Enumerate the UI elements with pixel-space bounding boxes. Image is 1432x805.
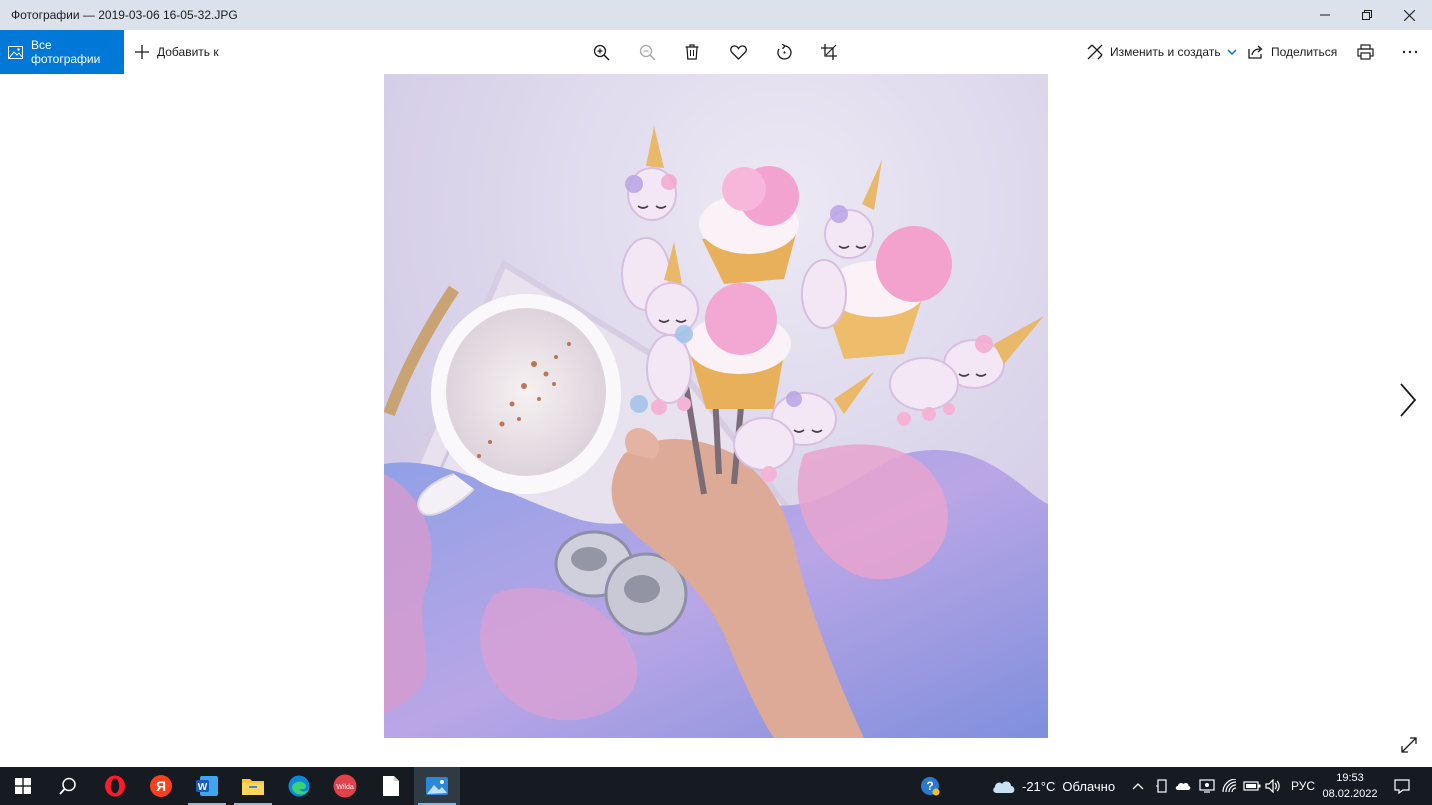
- weather-widget[interactable]: -21°C Облачно: [992, 767, 1115, 805]
- notification-icon: [1394, 778, 1410, 794]
- clock-time: 19:53: [1336, 772, 1364, 784]
- photo-illustration: [384, 74, 1048, 738]
- svg-text:Wilda: Wilda: [336, 784, 354, 791]
- word-icon: W: [196, 776, 218, 796]
- language-label: РУС: [1291, 779, 1316, 793]
- edge-icon: [288, 775, 310, 797]
- more-options-button[interactable]: [1399, 41, 1421, 63]
- all-photos-button[interactable]: Все фотографии: [0, 30, 124, 74]
- photos-icon: [426, 777, 448, 795]
- heart-icon: [729, 44, 747, 60]
- share-label: Поделиться: [1271, 45, 1338, 59]
- svg-text:Я: Я: [156, 778, 166, 794]
- crop-icon: [821, 44, 837, 60]
- battery-tray-icon[interactable]: [1243, 767, 1261, 805]
- wilda-icon: Wilda: [333, 774, 357, 798]
- zoom-out-icon: [639, 44, 656, 61]
- yandex-taskbar-app[interactable]: Я: [138, 767, 184, 805]
- all-photos-label: Все фотографии: [31, 38, 101, 66]
- more-icon: [1402, 50, 1418, 54]
- share-icon: [1248, 45, 1264, 59]
- clock[interactable]: 19:53 08.02.2022: [1318, 770, 1382, 802]
- svg-text:W: W: [198, 782, 208, 793]
- minimize-button[interactable]: [1302, 0, 1348, 30]
- start-button[interactable]: [0, 767, 46, 805]
- zoom-in-icon: [593, 44, 610, 61]
- notepad-icon: [383, 776, 399, 796]
- notepad-taskbar-app[interactable]: [368, 767, 414, 805]
- tablet-icon: [1156, 779, 1167, 793]
- display-icon: [1199, 779, 1215, 793]
- speaker-icon: [1265, 779, 1280, 793]
- wifi-icon: [1222, 779, 1237, 793]
- file-explorer-taskbar-app[interactable]: [230, 767, 276, 805]
- crop-button[interactable]: [818, 41, 840, 63]
- onedrive-tray-icon[interactable]: [1175, 767, 1191, 805]
- add-to-label: Добавить к: [157, 45, 219, 59]
- notifications-button[interactable]: [1394, 767, 1410, 805]
- fullscreen-button[interactable]: [1398, 734, 1420, 756]
- favorite-button[interactable]: [727, 41, 749, 63]
- chevron-down-icon: [1227, 49, 1237, 55]
- network-adapter-tray-icon[interactable]: [1199, 767, 1215, 805]
- share-button[interactable]: Поделиться: [1248, 30, 1337, 74]
- next-photo-button[interactable]: [1394, 380, 1422, 420]
- help-tray-button[interactable]: ?: [920, 767, 940, 805]
- chevron-right-icon: [1400, 383, 1417, 417]
- help-icon: ?: [921, 777, 940, 796]
- zoom-out-button[interactable]: [636, 41, 658, 63]
- expand-icon: [1401, 737, 1417, 753]
- wilda-taskbar-app[interactable]: Wilda: [322, 767, 368, 805]
- photos-taskbar-app[interactable]: [414, 767, 460, 805]
- chevron-up-icon: [1132, 783, 1144, 790]
- yandex-icon: Я: [150, 775, 172, 797]
- zoom-in-button[interactable]: [590, 41, 612, 63]
- photo-image[interactable]: [384, 74, 1048, 738]
- onedrive-cloud-icon: [1175, 782, 1191, 790]
- volume-tray-icon[interactable]: [1265, 767, 1282, 805]
- title-bar: Фотографии — 2019-03-06 16-05-32.JPG: [0, 0, 1432, 30]
- edge-taskbar-app[interactable]: [276, 767, 322, 805]
- rotate-icon: [776, 43, 792, 60]
- close-button[interactable]: [1386, 0, 1432, 30]
- weather-temperature: -21°C: [1022, 778, 1056, 794]
- close-icon: [1403, 9, 1415, 21]
- photos-icon: [8, 45, 23, 59]
- opera-taskbar-app[interactable]: [92, 767, 138, 805]
- file-explorer-icon: [242, 779, 264, 795]
- edit-create-label: Изменить и создать: [1110, 45, 1221, 59]
- search-button[interactable]: [45, 767, 91, 805]
- restore-button[interactable]: [1344, 0, 1390, 30]
- language-indicator[interactable]: РУС: [1291, 767, 1315, 805]
- device-tray-icon[interactable]: [1156, 767, 1168, 805]
- photo-viewer: [0, 74, 1432, 767]
- taskbar: Я W Wilda ? -21°C Облачно РУС 19:53 08.0…: [0, 767, 1432, 805]
- add-to-button[interactable]: Добавить к: [135, 30, 219, 74]
- start-icon: [15, 778, 31, 794]
- search-icon: [59, 777, 76, 795]
- printer-icon: [1356, 44, 1374, 60]
- plus-icon: [135, 45, 149, 59]
- trash-icon: [685, 44, 699, 60]
- print-button[interactable]: [1354, 41, 1376, 63]
- edit-icon: [1087, 44, 1103, 60]
- minimize-icon: [1320, 14, 1330, 16]
- rotate-button[interactable]: [773, 41, 795, 63]
- weather-condition: Облачно: [1062, 778, 1116, 794]
- opera-icon: [105, 775, 125, 797]
- show-hidden-icons-button[interactable]: [1132, 767, 1144, 805]
- edit-create-button[interactable]: Изменить и создать: [1087, 30, 1237, 74]
- toolbar: Все фотографии Добавить к Изменить и соз…: [0, 30, 1432, 74]
- restore-icon: [1362, 10, 1372, 20]
- wifi-tray-icon[interactable]: [1222, 767, 1238, 805]
- delete-button[interactable]: [681, 41, 703, 63]
- svg-text:?: ?: [926, 779, 933, 793]
- cloud-icon: [993, 781, 1015, 793]
- clock-date: 08.02.2022: [1322, 788, 1378, 800]
- battery-icon: [1243, 781, 1261, 791]
- word-taskbar-app[interactable]: W: [184, 767, 230, 805]
- window-title: Фотографии — 2019-03-06 16-05-32.JPG: [11, 8, 238, 22]
